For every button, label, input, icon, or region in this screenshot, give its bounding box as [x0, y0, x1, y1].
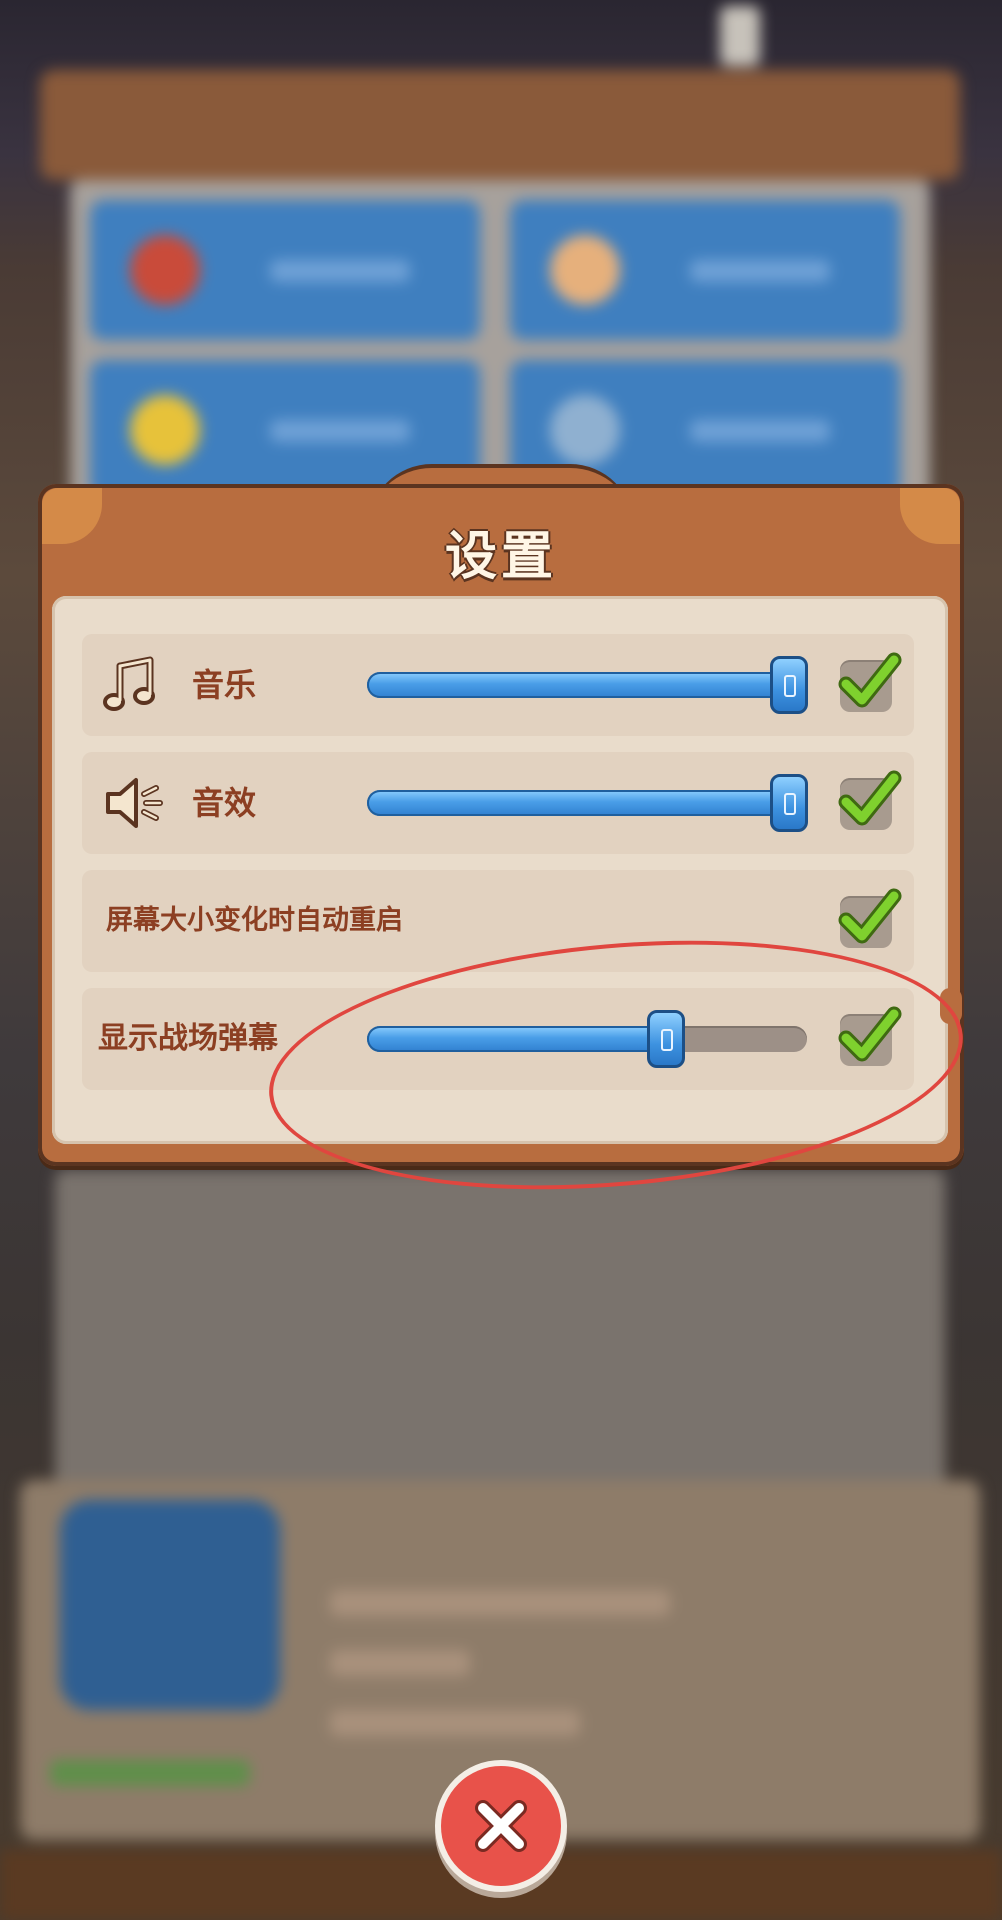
check-icon — [838, 652, 902, 708]
auto-restart-checkbox[interactable] — [838, 888, 902, 948]
sound-effects-volume-slider[interactable] — [367, 774, 809, 832]
close-button[interactable] — [441, 1766, 561, 1886]
music-volume-slider[interactable] — [367, 656, 809, 714]
background-panel — [55, 1170, 945, 1530]
music-note-icon — [102, 654, 164, 716]
background-tile — [90, 200, 480, 340]
setting-label: 音乐 — [192, 666, 257, 704]
check-icon — [838, 888, 902, 944]
background-status-icon — [720, 6, 760, 66]
slider-handle[interactable] — [770, 774, 809, 832]
music-checkbox[interactable] — [838, 652, 902, 712]
sound-effects-checkbox[interactable] — [838, 770, 902, 830]
speaker-icon — [102, 772, 164, 834]
background-header — [40, 70, 960, 180]
background-tile — [510, 200, 900, 340]
setting-label: 屏幕大小变化时自动重启 — [106, 905, 403, 936]
setting-row-sound-effects: 音效 — [82, 752, 914, 854]
setting-label: 显示战场弹幕 — [98, 1021, 278, 1056]
check-icon — [838, 770, 902, 826]
slider-handle[interactable] — [770, 656, 809, 714]
close-icon — [475, 1800, 527, 1852]
setting-row-music: 音乐 — [82, 634, 914, 736]
dialog-title: 设置 — [444, 527, 557, 587]
setting-label: 音效 — [192, 784, 257, 822]
